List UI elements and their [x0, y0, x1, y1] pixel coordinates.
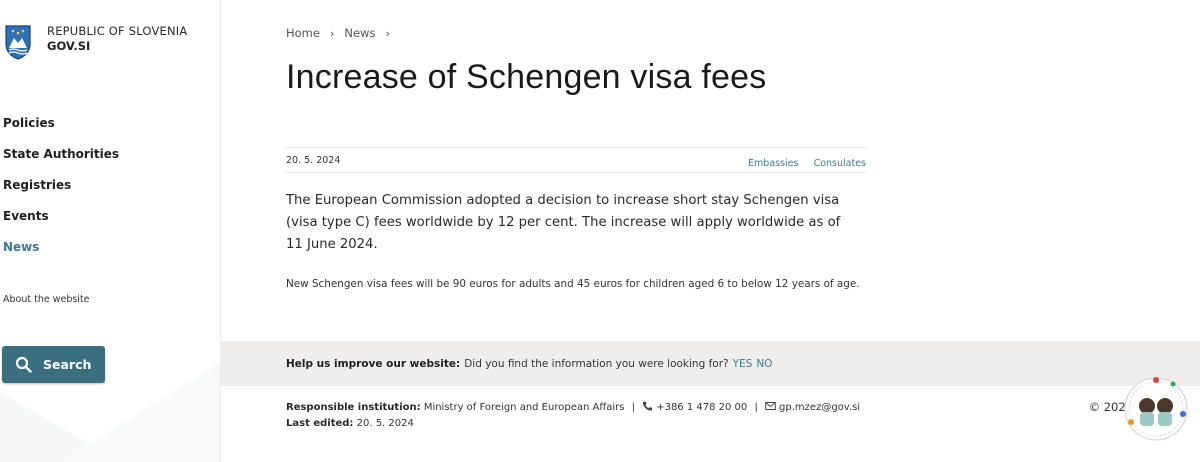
- breadcrumb-home[interactable]: Home: [286, 26, 320, 40]
- last-edited-date: 20. 5. 2024: [356, 418, 414, 429]
- feedback-no-link[interactable]: NO: [756, 358, 772, 370]
- tag-consulates[interactable]: Consulates: [814, 158, 866, 169]
- floating-chat-widget[interactable]: [1121, 374, 1191, 444]
- brand-site: GOV.SI: [47, 39, 91, 53]
- phone-icon: [643, 401, 653, 411]
- brand-country: REPUBLIC OF SLOVENIA: [47, 24, 188, 38]
- article-tags: Embassies Consulates: [738, 151, 866, 170]
- feedback-title: Help us improve our website:: [286, 357, 461, 370]
- feedback-question: Did you find the information you were lo…: [464, 357, 729, 370]
- sidebar-item-registries[interactable]: Registries: [3, 176, 119, 207]
- footer-divider: |: [631, 402, 636, 413]
- breadcrumb-news[interactable]: News: [344, 26, 375, 40]
- article-body: New Schengen visa fees will be 90 euros …: [286, 278, 860, 290]
- sidebar-item-news[interactable]: News: [3, 238, 119, 269]
- page-title: Increase of Schengen visa fees: [286, 58, 767, 96]
- breadcrumb: Home › News ›: [286, 26, 400, 40]
- sidebar-item-events[interactable]: Events: [3, 207, 119, 238]
- responsible-label: Responsible institution:: [286, 402, 421, 413]
- breadcrumb-separator: ›: [385, 26, 390, 40]
- footer-info: Responsible institution: Ministry of For…: [286, 400, 860, 432]
- footer-email[interactable]: gp.mzez@gov.si: [779, 402, 860, 413]
- article-lead: The European Commission adopted a decisi…: [286, 193, 841, 252]
- main-content: Home › News › Increase of Schengen visa …: [221, 0, 1200, 462]
- slovenia-coat-of-arms-icon: [5, 25, 31, 60]
- sidebar-nav: Policies State Authorities Registries Ev…: [3, 114, 119, 269]
- sidebar: REPUBLIC OF SLOVENIA GOV.SI Policies Sta…: [0, 0, 221, 462]
- sidebar-item-state-authorities[interactable]: State Authorities: [3, 145, 119, 176]
- breadcrumb-separator: ›: [329, 26, 335, 40]
- envelope-icon: [765, 402, 776, 410]
- feedback-yes-link[interactable]: YES: [733, 358, 753, 370]
- article-meta: 20. 5. 2024 Embassies Consulates: [286, 147, 866, 173]
- footer-line-edited: Last edited: 20. 5. 2024: [286, 416, 860, 432]
- search-button[interactable]: Search: [2, 346, 105, 383]
- responsible-institution[interactable]: Ministry of Foreign and European Affairs: [424, 402, 625, 413]
- feedback-bar: Help us improve our website: Did you fin…: [221, 341, 1200, 386]
- tag-embassies[interactable]: Embassies: [748, 158, 798, 169]
- sidebar-item-policies[interactable]: Policies: [3, 114, 119, 145]
- about-website-link[interactable]: About the website: [3, 294, 90, 305]
- footer-line-responsible: Responsible institution: Ministry of For…: [286, 400, 860, 416]
- search-icon: [15, 356, 32, 373]
- article-date: 20. 5. 2024: [286, 154, 341, 166]
- last-edited-label: Last edited:: [286, 418, 354, 429]
- brand-logo[interactable]: REPUBLIC OF SLOVENIA GOV.SI: [4, 24, 187, 60]
- footer-divider: |: [754, 402, 758, 413]
- footer-phone[interactable]: +386 1 478 20 00: [656, 402, 747, 413]
- search-button-label: Search: [43, 357, 92, 372]
